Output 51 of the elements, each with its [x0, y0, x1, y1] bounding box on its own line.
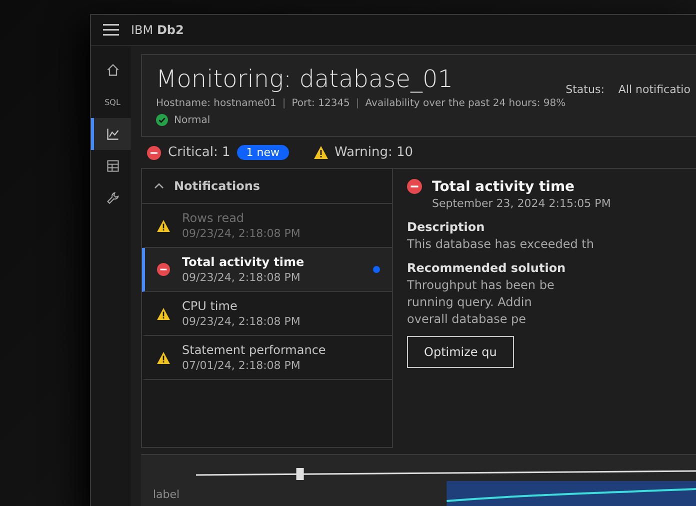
- notification-title: Statement performance: [182, 343, 327, 357]
- table-icon: [106, 159, 120, 173]
- state-text: Normal: [174, 114, 210, 126]
- chevron-icon[interactable]: [154, 183, 164, 189]
- port-text: Port: 12345: [292, 98, 350, 109]
- solution-text-line: running query. Addin: [407, 295, 533, 309]
- status-value[interactable]: All notificatio: [618, 83, 690, 96]
- check-circle-icon: [156, 114, 168, 126]
- description-text: This database has exceeded th: [407, 237, 595, 251]
- notification-time: 07/01/24, 2:18:08 PM: [182, 359, 302, 372]
- warning-icon: [157, 352, 170, 364]
- notification-item[interactable]: Statement performance 07/01/24, 2:18:08 PM: [142, 336, 392, 380]
- notification-time: 09/23/24, 2:18:08 PM: [182, 227, 302, 240]
- solution-heading: Recommended solution: [407, 261, 567, 275]
- separator: |: [282, 98, 286, 109]
- chart-label: label: [153, 488, 180, 503]
- notification-title: Total activity time: [182, 255, 306, 269]
- panel-title: Notifications: [174, 179, 260, 193]
- chart-icon: [106, 127, 120, 141]
- critical-icon: [407, 179, 422, 194]
- warning-icon: [157, 220, 170, 232]
- product-name: IBM Db2: [131, 23, 184, 37]
- warning-icon: [314, 146, 328, 159]
- notification-title: CPU time: [182, 299, 238, 313]
- nav-item[interactable]: [91, 118, 131, 150]
- warning-count: Warning: 10: [334, 145, 414, 160]
- warning-icon: [157, 308, 170, 320]
- sql-nav-item[interactable]: SQL: [91, 86, 131, 118]
- critical-count: Critical: 1: [168, 145, 230, 160]
- notification-item[interactable]: Total activity time 09/23/24, 2:18:08 PM: [142, 248, 392, 292]
- solution-text-line: overall database pe: [407, 312, 528, 326]
- wrench-icon: [106, 191, 120, 205]
- new-badge: 1 new: [237, 145, 288, 160]
- notification-item[interactable]: CPU time 09/23/24, 2:18:08 PM: [142, 292, 392, 336]
- separator: |: [356, 98, 360, 109]
- notification-time: 09/23/24, 2:18:08 PM: [182, 315, 302, 328]
- critical-icon: [157, 263, 170, 276]
- availability-text: Availability over the past 24 hours: 98%: [365, 98, 566, 109]
- critical-icon: [147, 146, 161, 160]
- notification-title: Rows read: [182, 211, 246, 225]
- menu-icon[interactable]: [103, 24, 119, 36]
- page-title: Monitoring: database_01: [156, 65, 454, 93]
- optimize-button[interactable]: Optimize qu: [407, 336, 514, 368]
- detail-title: Total activity time: [432, 179, 576, 195]
- description-heading: Description: [407, 220, 486, 234]
- status-label: Status:: [566, 83, 604, 96]
- solution-text-line: Throughput has been be: [407, 278, 556, 292]
- hostname-text: Hostname: hostname01: [156, 98, 276, 109]
- home-icon: [106, 63, 120, 77]
- detail-time: September 23, 2024 2:15:05 PM: [432, 197, 612, 210]
- notification-time: 09/23/24, 2:18:08 PM: [182, 271, 302, 284]
